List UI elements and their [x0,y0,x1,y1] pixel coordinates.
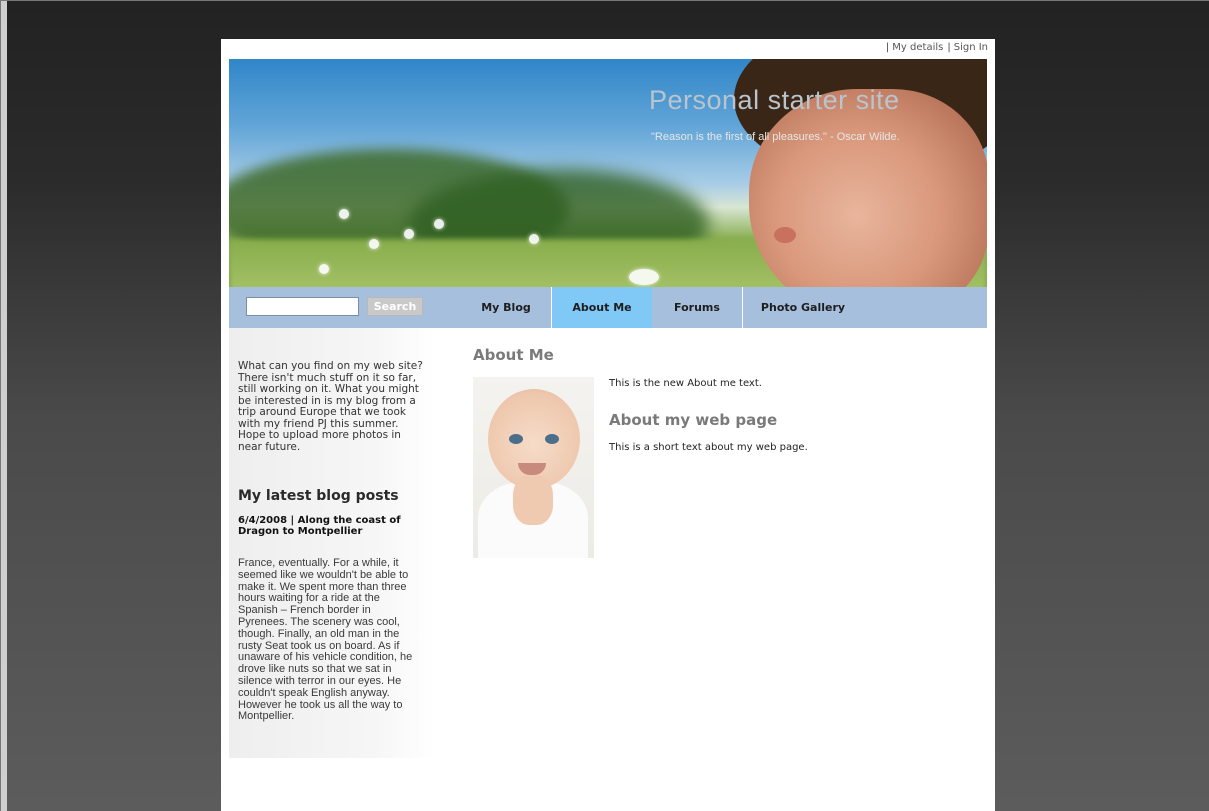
tab-forums[interactable]: Forums [652,287,742,328]
latest-posts-heading: My latest blog posts [238,488,399,504]
separator: | [947,42,951,53]
sign-in-link[interactable]: Sign In [954,42,988,53]
sidebar: What can you find on my web site? There … [229,328,435,758]
dandelion-seed [319,264,329,274]
baby-photo [473,377,594,558]
dandelion-seed [529,234,539,244]
dandelion-seed [369,239,379,249]
dandelion-seed [404,229,414,239]
about-me-text: This is the new About me text. [609,378,762,389]
dandelion-seed [629,269,659,285]
sidebar-intro-text: What can you find on my web site? There … [238,360,423,453]
about-web-page-heading: About my web page [609,411,778,429]
tab-my-blog[interactable]: My Blog [461,287,551,328]
separator: | [885,42,890,53]
banner-girl-lips [774,227,796,243]
site-title: Personal starter site [649,85,900,115]
my-details-link[interactable]: My details [892,42,943,53]
baby-eye [509,434,523,444]
search-button[interactable]: Search [367,297,423,316]
header-banner: Personal starter site "Reason is the fir… [229,59,987,287]
baby-eye [545,434,559,444]
top-links: | My details | Sign In [882,42,988,53]
dandelion-seed [434,219,444,229]
blog-post-title[interactable]: 6/4/2008 | Along the coast of Dragon to … [238,515,418,537]
tab-about-me[interactable]: About Me [552,287,652,328]
page-container: | My details | Sign In Personal starter sit… [221,39,995,811]
search-input[interactable] [246,297,359,316]
about-web-page-text: This is a short text about my web page. [609,442,808,453]
nav-bar: Search My Blog About Me Forums Photo Gal… [229,287,987,328]
baby-hands [513,475,553,525]
blog-post-body: France, eventually. For a while, it seem… [238,557,413,723]
tab-photo-gallery[interactable]: Photo Gallery [743,287,863,328]
window-edge [0,0,7,811]
site-quote: "Reason is the first of all pleasures." … [651,131,900,143]
banner-girl-face [749,89,987,287]
dandelion-seed [339,209,349,219]
page-title: About Me [473,346,554,364]
